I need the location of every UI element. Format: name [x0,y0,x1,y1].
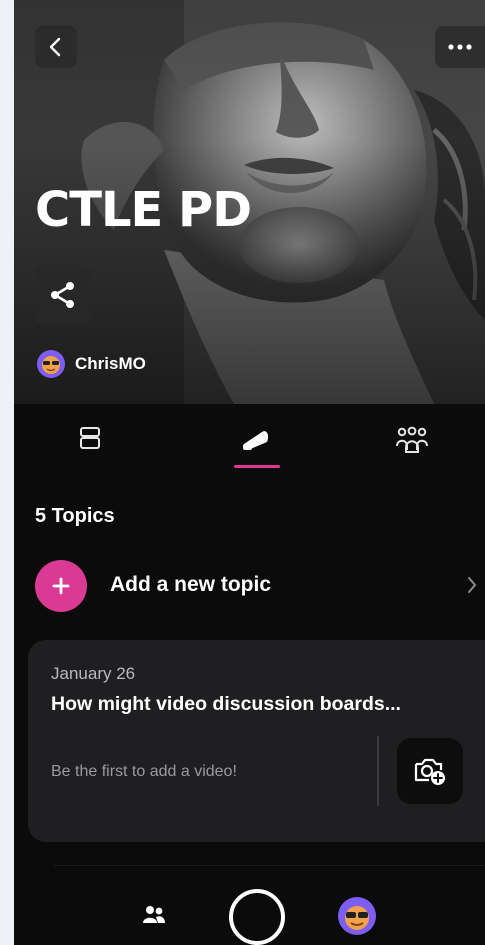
people-icon[interactable] [142,905,166,925]
share-icon [51,282,74,308]
tab-posts[interactable] [60,426,120,466]
profile-button[interactable] [338,897,376,935]
group-title: CTLE PD [35,182,252,238]
tab-topics[interactable] [227,426,287,466]
group-icon [396,426,428,453]
avatar-icon [345,906,369,930]
topic-title[interactable]: How might video discussion boards... [51,693,401,716]
megaphone-icon [243,431,269,450]
chevron-left-icon [49,37,61,57]
app-screen: CTLE PD ChrisMO 5 Topics Add a new topic… [14,0,485,945]
layout-icon [80,427,100,449]
topic-card[interactable]: January 26 How might video discussion bo… [28,640,485,842]
camera-plus-icon [414,758,445,785]
nav-separator [54,865,485,866]
more-options-button[interactable] [435,26,485,68]
card-divider [377,736,379,806]
ellipsis-icon [448,44,472,50]
group-tabs [14,404,485,484]
owner-name: ChrisMO [75,354,146,373]
add-video-button[interactable] [397,738,463,804]
plus-icon [52,577,70,595]
chevron-right-icon [468,577,477,593]
share-button[interactable] [35,265,91,325]
topic-empty-message: Be the first to add a video! [51,763,237,780]
topic-date: January 26 [51,664,136,683]
avatar-icon [42,356,60,374]
add-topic-button[interactable] [35,560,87,612]
add-topic-row[interactable]: Add a new topic [14,558,485,614]
record-button[interactable] [229,889,285,945]
add-topic-label: Add a new topic [110,573,272,596]
group-owner[interactable]: ChrisMO [37,350,146,378]
topics-count: 5 Topics [35,505,115,527]
back-button[interactable] [35,26,77,68]
active-tab-indicator [234,465,280,468]
bottom-navigation [14,875,485,945]
tab-members[interactable] [382,426,442,466]
owner-avatar [37,350,65,378]
